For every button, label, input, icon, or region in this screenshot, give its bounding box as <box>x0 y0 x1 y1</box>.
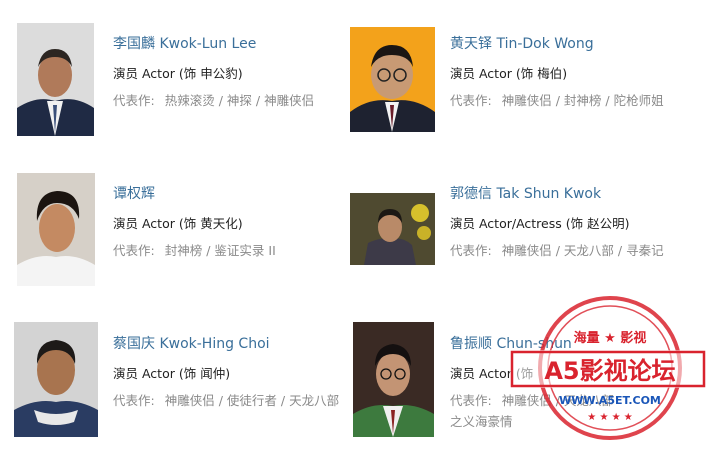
work-link[interactable]: 封神榜 <box>564 93 602 108</box>
works-label: 代表作: <box>450 393 492 408</box>
works-label: 代表作: <box>113 93 155 108</box>
works-label: 代表作: <box>450 93 492 108</box>
work-link[interactable]: 天龙八部 <box>564 243 614 258</box>
portrait-image <box>17 173 95 286</box>
work-link[interactable]: 寻秦记 <box>626 243 664 258</box>
actor-role: 演员 Actor (饰 梅伯) <box>450 66 568 81</box>
portrait-image <box>14 322 98 437</box>
actor-photo[interactable] <box>350 27 435 132</box>
stamp-logo: 海量 ★ 影视 A5影视论坛 WWW.A5ET.COM ★ ★ ★ ★ <box>510 296 706 440</box>
work-link[interactable]: 使徒行者 <box>227 393 277 408</box>
separator: / <box>218 93 223 108</box>
actor-role: 演员 Actor (饰 闻仲) <box>113 366 231 381</box>
work-link[interactable]: 天龙八部 <box>289 393 339 408</box>
separator: / <box>555 93 560 108</box>
works-label: 代表作: <box>450 243 492 258</box>
separator: / <box>218 393 223 408</box>
work-link[interactable]: 鉴证实录 II <box>214 243 275 258</box>
actor-name-link[interactable]: 蔡国庆 Kwok-Hing Choi <box>113 333 270 353</box>
representative-works: 代表作: 神雕侠侣 / 天龙八部 / 寻秦记 <box>450 240 700 261</box>
work-link[interactable]: 神雕侠侣 <box>502 243 552 258</box>
stamp-main-text: A5影视论坛 <box>544 357 675 385</box>
actor-name-link[interactable]: 郭德信 Tak Shun Kwok <box>450 183 601 203</box>
works-label: 代表作: <box>113 243 155 258</box>
actor-role: 演员 Actor (饰 黄天化) <box>113 216 243 231</box>
actor-name-link[interactable]: 鲁振顺 Chun-shun <box>450 333 572 353</box>
watermark-stamp: 海量 ★ 影视 A5影视论坛 WWW.A5ET.COM ★ ★ ★ ★ <box>506 296 710 456</box>
separator: / <box>255 93 261 108</box>
actor-name-link[interactable]: 黄天铎 Tin-Dok Wong <box>450 33 594 53</box>
work-link[interactable]: 天龙八部 <box>564 393 614 408</box>
actor-role: 演员 Actor/Actress (饰 赵公明) <box>450 216 630 231</box>
stamp-top-text: 海量 ★ 影视 <box>574 330 647 346</box>
representative-works: 代表作: 神雕侠侣 / 封神榜 / 陀枪师姐 <box>450 90 700 111</box>
actor-role: 演员 Actor (饰 申公豹) <box>113 66 243 81</box>
work-link[interactable]: 封神榜 <box>165 243 203 258</box>
works-label: 代表作: <box>113 393 155 408</box>
separator: / <box>555 243 560 258</box>
work-link[interactable]: 陀枪师姐 <box>614 93 664 108</box>
separator: / <box>280 393 286 408</box>
actor-photo[interactable] <box>17 173 95 286</box>
representative-works: 代表作: 神雕侠侣 / 使徒行者 / 天龙八部 <box>113 390 363 411</box>
work-link[interactable]: 神探 <box>227 93 252 108</box>
actor-name-link[interactable]: 李国麟 Kwok-Lun Lee <box>113 33 256 53</box>
separator: / <box>617 243 623 258</box>
separator: / <box>206 243 211 258</box>
separator: / <box>605 93 610 108</box>
portrait-image <box>353 322 434 437</box>
portrait-image <box>17 23 94 136</box>
work-link[interactable]: 神雕侠侣 <box>502 93 552 108</box>
representative-works: 代表作: 神雕侠侣 / 天龙八部之义海豪情 <box>450 390 700 432</box>
work-link[interactable]: 热辣滚烫 <box>165 93 215 108</box>
work-link[interactable]: 神雕侠侣 <box>502 393 552 408</box>
work-link[interactable]: 神雕侠侣 <box>264 93 314 108</box>
separator: / <box>555 393 560 408</box>
actor-role: 演员 Actor (饰 <box>450 366 534 381</box>
representative-works: 代表作: 热辣滚烫 / 神探 / 神雕侠侣 <box>113 90 363 111</box>
portrait-image <box>350 193 435 265</box>
actor-photo[interactable] <box>350 193 435 265</box>
portrait-image <box>350 27 435 132</box>
actor-photo[interactable] <box>17 23 94 136</box>
representative-works: 代表作: 封神榜 / 鉴证实录 II <box>113 240 363 261</box>
work-link[interactable]: 神雕侠侣 <box>165 393 215 408</box>
work-link[interactable]: 之义海豪情 <box>450 414 513 429</box>
actor-name-link[interactable]: 谭权辉 <box>113 183 155 203</box>
actor-photo[interactable] <box>14 322 98 437</box>
actor-photo[interactable] <box>353 322 434 437</box>
